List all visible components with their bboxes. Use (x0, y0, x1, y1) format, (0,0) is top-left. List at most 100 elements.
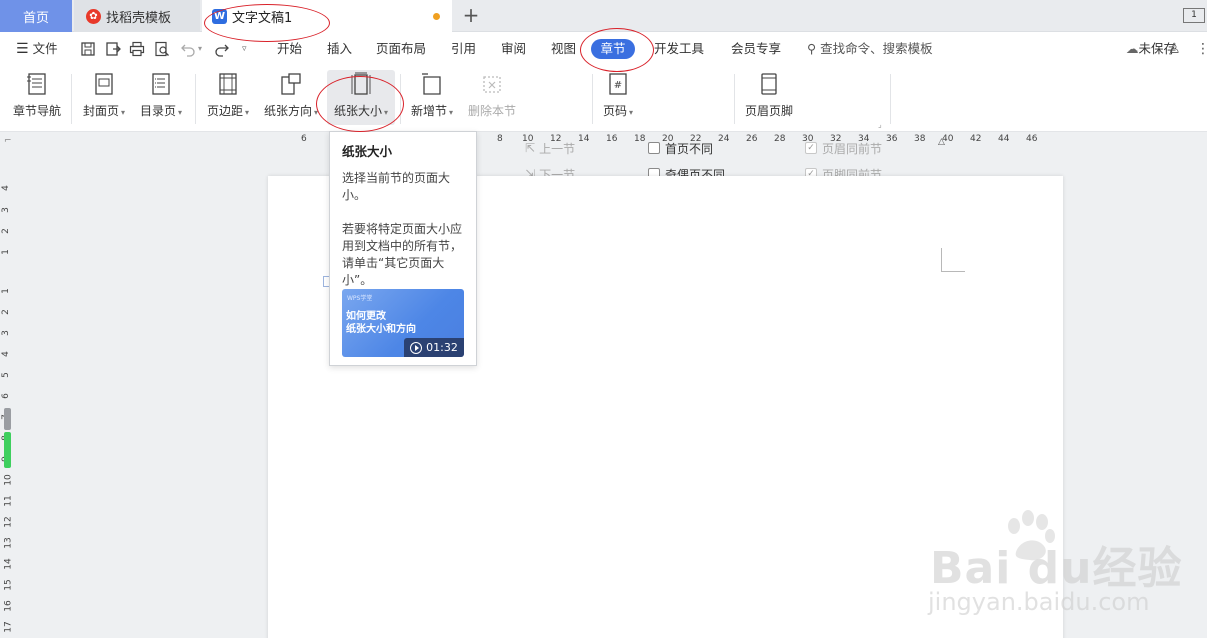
docer-icon: ✿ (86, 8, 101, 24)
ruler-tick: 16 (606, 134, 618, 144)
tab-template[interactable]: ✿ 找稻壳模板 (74, 0, 200, 32)
delete-section-icon (483, 76, 501, 93)
ribbon-divider (71, 74, 72, 124)
ruler-tick: 4 (0, 351, 11, 357)
video-duration: 01:32 (426, 341, 458, 354)
chapter-nav-button[interactable]: 章节导航 (10, 71, 64, 127)
dialog-launcher-icon[interactable]: ⌟ (878, 120, 882, 129)
margins-icon (219, 73, 237, 95)
customize-toolbar-icon[interactable]: ▿ (242, 32, 247, 66)
redo-icon[interactable] (214, 41, 230, 57)
hamburger-icon: ☰ (16, 41, 29, 57)
chapter-nav-icon (27, 73, 46, 95)
ribbon-chapter: 章节导航 封面页 目录页 页边距 纸张方向 纸张大小 新增节 删除本节 ⇱上一节… (0, 66, 1207, 182)
tab-home-label: 首页 (22, 10, 49, 26)
vertical-ruler-scroll-indicator (4, 408, 11, 430)
menu-start[interactable]: 开始 (277, 32, 302, 66)
paper-size-icon (351, 72, 371, 95)
horizontal-ruler[interactable]: ⌐ 6 8 10 12 14 16 18 20 22 24 26 28 30 3… (0, 132, 1207, 148)
ruler-tick: 32 (830, 134, 842, 144)
toc-page-button[interactable]: 目录页 (136, 71, 186, 127)
ruler-tick: 22 (690, 134, 702, 144)
ribbon-divider (400, 74, 401, 124)
print-preview-icon[interactable] (154, 41, 170, 57)
page-number-icon: # (609, 73, 627, 95)
orientation-icon (281, 73, 301, 95)
new-section-button[interactable]: 新增节 (406, 71, 458, 127)
menu-view[interactable]: 视图 (551, 32, 576, 66)
file-menu-label: 文件 (32, 41, 58, 56)
new-tab-button[interactable]: + (460, 4, 482, 26)
window-switch-button[interactable]: 1 (1183, 8, 1205, 23)
delete-section-button[interactable]: 删除本节 (464, 71, 520, 127)
toc-page-label: 目录页 (136, 102, 186, 119)
ruler-tick: 13 (3, 537, 14, 549)
ruler-tick: 11 (3, 495, 14, 507)
video-duration-badge: 01:32 (404, 338, 464, 357)
ruler-tick: 30 (802, 134, 814, 144)
cover-page-button[interactable]: 封面页 (80, 71, 128, 127)
user-share-icon[interactable]: ♙ (1168, 32, 1181, 66)
cover-page-icon (95, 73, 113, 95)
ruler-tick: 42 (970, 134, 982, 144)
tooltip-desc-1: 选择当前节的页面大小。 (342, 171, 451, 202)
ribbon-divider (890, 74, 891, 124)
ruler-tick: 2 (0, 228, 11, 234)
ruler-corner-icon[interactable]: ⌐ (4, 136, 12, 146)
ruler-tick: 24 (718, 134, 730, 144)
save-icon[interactable] (80, 41, 96, 57)
menu-review[interactable]: 审阅 (501, 32, 526, 66)
menu-insert[interactable]: 插入 (327, 32, 352, 66)
command-search[interactable]: ⚲ 查找命令、搜索模板 (807, 32, 933, 66)
menu-page-layout[interactable]: 页面布局 (376, 32, 426, 66)
watermark-url: jingyan.baidu.com (928, 588, 1150, 616)
cover-page-label: 封面页 (80, 102, 128, 119)
menu-chapter[interactable]: 章节 (591, 39, 635, 59)
header-footer-button[interactable]: 页眉页脚 (742, 71, 796, 127)
ruler-tick: 14 (3, 558, 14, 570)
menu-developer[interactable]: 开发工具 (654, 32, 704, 66)
tooltip-desc-2: 若要将特定页面大小应用到文档中的所有节，请单击“其它页面大小”。 (342, 222, 463, 287)
header-footer-icon (761, 73, 777, 95)
paper-size-label: 纸张大小 (329, 102, 393, 119)
header-footer-label: 页眉页脚 (744, 104, 793, 118)
print-icon[interactable] (129, 41, 145, 57)
ruler-tick: 2 (0, 309, 11, 315)
command-search-placeholder: 查找命令、搜索模板 (820, 41, 933, 56)
more-menu-icon[interactable]: ⋮ (1196, 32, 1207, 66)
undo-dropdown-icon[interactable]: ▾ (198, 32, 202, 66)
tab-document-label: 文字文稿1 (232, 10, 293, 26)
video-thumbnail[interactable]: WPS学堂 如何更改 纸张大小和方向 01:32 (342, 289, 464, 357)
file-menu[interactable]: ☰ 文件 (16, 32, 58, 66)
paper-size-button[interactable]: 纸张大小 (329, 71, 393, 127)
right-indent-marker-icon[interactable]: △ (938, 137, 945, 147)
ruler-tick: 18 (634, 134, 646, 144)
menu-references[interactable]: 引用 (451, 32, 476, 66)
ruler-tick: 26 (746, 134, 758, 144)
video-source-tag: WPS学堂 (347, 295, 373, 302)
tab-document[interactable]: W 文字文稿1 (202, 0, 452, 32)
ruler-tick: 10 (3, 474, 14, 486)
vertical-ruler[interactable]: 4 3 2 1 1 2 3 4 5 6 7 8 9 10 11 12 13 14… (0, 150, 14, 638)
menu-member[interactable]: 会员专享 (731, 32, 781, 66)
ruler-tick: 17 (3, 621, 14, 633)
ruler-tick: 28 (774, 134, 786, 144)
ruler-tick: 46 (1026, 134, 1038, 144)
page-number-label: 页码 (598, 102, 638, 119)
tooltip-description: 选择当前节的页面大小。若要将特定页面大小应用到文档中的所有节，请单击“其它页面大… (342, 170, 464, 289)
watermark-logo: Bai du经验 (930, 543, 1183, 594)
ruler-tick: 12 (3, 516, 14, 528)
tab-home[interactable]: 首页 (0, 0, 72, 32)
tab-bar: 首页 ✿ 找稻壳模板 W 文字文稿1 + 1 (0, 0, 1207, 32)
export-pdf-icon[interactable] (105, 41, 121, 57)
orientation-label: 纸张方向 (260, 102, 322, 119)
ruler-tick: 5 (0, 372, 11, 378)
margins-button[interactable]: 页边距 (202, 71, 254, 127)
ruler-tick: 15 (3, 579, 14, 591)
orientation-button[interactable]: 纸张方向 (260, 71, 322, 127)
toc-page-icon (152, 73, 170, 95)
undo-icon[interactable] (180, 41, 196, 57)
ruler-tick: 1 (0, 288, 11, 294)
page-number-button[interactable]: # 页码 (598, 71, 638, 127)
vertical-ruler-position-indicator (4, 432, 11, 468)
